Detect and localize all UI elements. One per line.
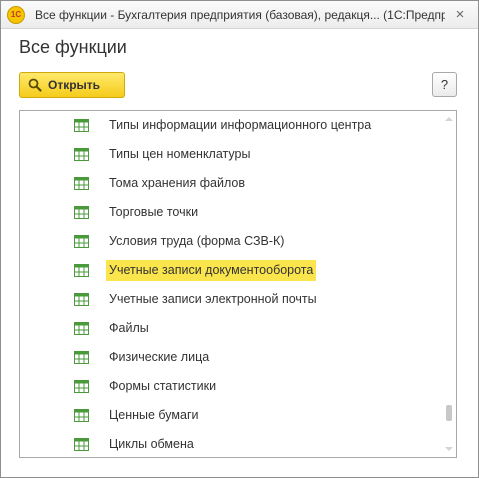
- open-button[interactable]: Открыть: [19, 72, 125, 98]
- list-item-label: Учетные записи документооборота: [106, 260, 317, 281]
- catalog-table-icon: [74, 322, 89, 335]
- list-item-label: Торговые точки: [109, 205, 199, 219]
- search-icon: [28, 78, 42, 92]
- scroll-down-arrow-icon[interactable]: [445, 447, 453, 451]
- list-item[interactable]: Учетные записи документооборота: [20, 256, 440, 285]
- list-item[interactable]: Физические лица: [20, 343, 440, 372]
- list-item-label: Циклы обмена: [109, 437, 194, 451]
- scroll-thumb[interactable]: [446, 405, 452, 421]
- list-item[interactable]: Тома хранения файлов: [20, 169, 440, 198]
- help-button[interactable]: ?: [432, 72, 457, 97]
- all-functions-window: 1С Все функции - Бухгалтерия предприятия…: [0, 0, 479, 478]
- list-item-label: Тома хранения файлов: [109, 176, 246, 190]
- catalog-table-icon: [74, 293, 89, 306]
- catalog-table-icon: [74, 177, 89, 190]
- list-item-label: Типы цен номенклатуры: [109, 147, 251, 161]
- list-item-label: Формы статистики: [109, 379, 217, 393]
- list-item[interactable]: Типы информации информационного центра: [20, 111, 440, 140]
- list-item-label: Файлы: [109, 321, 149, 335]
- page-title: Все функции: [19, 37, 127, 57]
- list-item[interactable]: Файлы: [20, 314, 440, 343]
- list-item[interactable]: Условия труда (форма СЗВ-К): [20, 227, 440, 256]
- catalog-table-icon: [74, 264, 89, 277]
- catalog-table-icon: [74, 148, 89, 161]
- list-item-label: Типы информации информационного центра: [109, 118, 372, 132]
- list-item-label: Условия труда (форма СЗВ-К): [109, 234, 285, 248]
- title-bar[interactable]: 1С Все функции - Бухгалтерия предприятия…: [1, 1, 478, 29]
- catalog-table-icon: [74, 380, 89, 393]
- scroll-up-arrow-icon[interactable]: [445, 117, 453, 121]
- catalog-table-icon: [74, 119, 89, 132]
- open-button-label: Открыть: [48, 78, 101, 92]
- catalog-table-icon: [74, 235, 89, 248]
- window-title: Все функции - Бухгалтерия предприятия (б…: [35, 8, 445, 22]
- list-item[interactable]: Ценные бумаги: [20, 401, 440, 430]
- vertical-scrollbar[interactable]: [442, 111, 456, 457]
- list-item-label: Физические лица: [109, 350, 210, 364]
- catalog-table-icon: [74, 206, 89, 219]
- close-button[interactable]: ×: [450, 5, 470, 25]
- list-item[interactable]: Типы цен номенклатуры: [20, 140, 440, 169]
- list-item[interactable]: Циклы обмена: [20, 430, 440, 457]
- app-logo-icon: 1С: [7, 6, 25, 24]
- functions-list[interactable]: Типы информации информационного центра Ти…: [19, 110, 457, 458]
- list-item[interactable]: Торговые точки: [20, 198, 440, 227]
- list-item-label: Учетные записи электронной почты: [109, 292, 317, 306]
- list-item[interactable]: Учетные записи электронной почты: [20, 285, 440, 314]
- catalog-table-icon: [74, 409, 89, 422]
- list-item-label: Ценные бумаги: [109, 408, 199, 422]
- list-item[interactable]: Формы статистики: [20, 372, 440, 401]
- catalog-table-icon: [74, 438, 89, 451]
- catalog-table-icon: [74, 351, 89, 364]
